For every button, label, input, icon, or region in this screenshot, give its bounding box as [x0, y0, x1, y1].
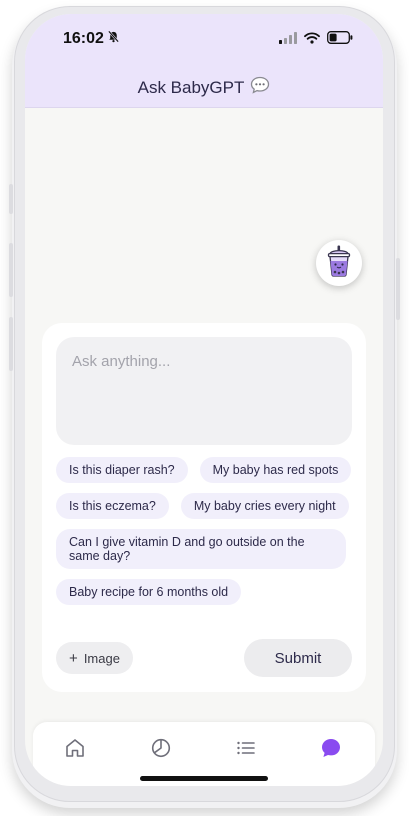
- side-button-power: [396, 258, 400, 320]
- tab-home[interactable]: [63, 738, 87, 762]
- list-icon: [235, 737, 257, 764]
- home-icon: [64, 737, 86, 764]
- home-indicator: [140, 776, 268, 781]
- header-title-row: Ask BabyGPT: [25, 76, 383, 99]
- plus-icon: +: [69, 649, 78, 667]
- app-header: 16:02 Ask BabyGPT: [25, 14, 383, 108]
- side-button-volume-up: [9, 243, 13, 297]
- suggestion-chip-red-spots[interactable]: My baby has red spots: [199, 457, 352, 483]
- add-image-button[interactable]: + Image: [56, 642, 133, 674]
- chat-bubble-icon: [320, 737, 342, 764]
- side-button-mute: [9, 184, 13, 214]
- suggestion-chips: Is this diaper rash? My baby has red spo…: [56, 457, 352, 615]
- submit-label: Submit: [274, 649, 322, 667]
- tab-chat[interactable]: [319, 738, 343, 762]
- status-time: 16:02: [63, 30, 120, 48]
- pie-chart-icon: [150, 737, 172, 764]
- wifi-icon: [304, 31, 320, 49]
- mute-bell-icon: [107, 30, 120, 48]
- side-button-volume-down: [9, 317, 13, 371]
- tab-stats[interactable]: [149, 738, 173, 762]
- ask-card: Is this diaper rash? My baby has red spo…: [42, 323, 366, 692]
- suggestion-chip-cries-night[interactable]: My baby cries every night: [180, 493, 349, 519]
- page-title: Ask BabyGPT: [137, 77, 245, 97]
- suggestion-chip-diaper-rash[interactable]: Is this diaper rash?: [56, 457, 188, 483]
- suggestion-chip-vitamin-d[interactable]: Can I give vitamin D and go outside on t…: [56, 529, 346, 569]
- submit-button[interactable]: Submit: [244, 639, 352, 677]
- tab-list[interactable]: [234, 738, 258, 762]
- bubble-tea-button[interactable]: [316, 240, 362, 286]
- status-icons: [279, 31, 353, 49]
- ask-input[interactable]: [56, 337, 352, 445]
- battery-icon: [327, 31, 353, 49]
- chip-row: Is this diaper rash? My baby has red spo…: [56, 457, 352, 483]
- speech-bubble-icon: [250, 76, 270, 99]
- bubble-tea-icon: [325, 245, 353, 282]
- add-image-label: Image: [83, 650, 120, 666]
- app-screen: 16:02 Ask BabyGPT Ask anything... Is thi…: [25, 14, 383, 786]
- chip-row: Baby recipe for 6 months old: [56, 579, 352, 605]
- suggestion-chip-baby-recipe[interactable]: Baby recipe for 6 months old: [56, 579, 242, 605]
- chip-row: Can I give vitamin D and go outside on t…: [56, 529, 352, 569]
- cellular-signal-icon: [279, 31, 297, 49]
- status-time-text: 16:02: [63, 30, 104, 47]
- chip-row: Is this eczema? My baby cries every nigh…: [56, 493, 352, 519]
- suggestion-chip-eczema[interactable]: Is this eczema?: [56, 493, 169, 519]
